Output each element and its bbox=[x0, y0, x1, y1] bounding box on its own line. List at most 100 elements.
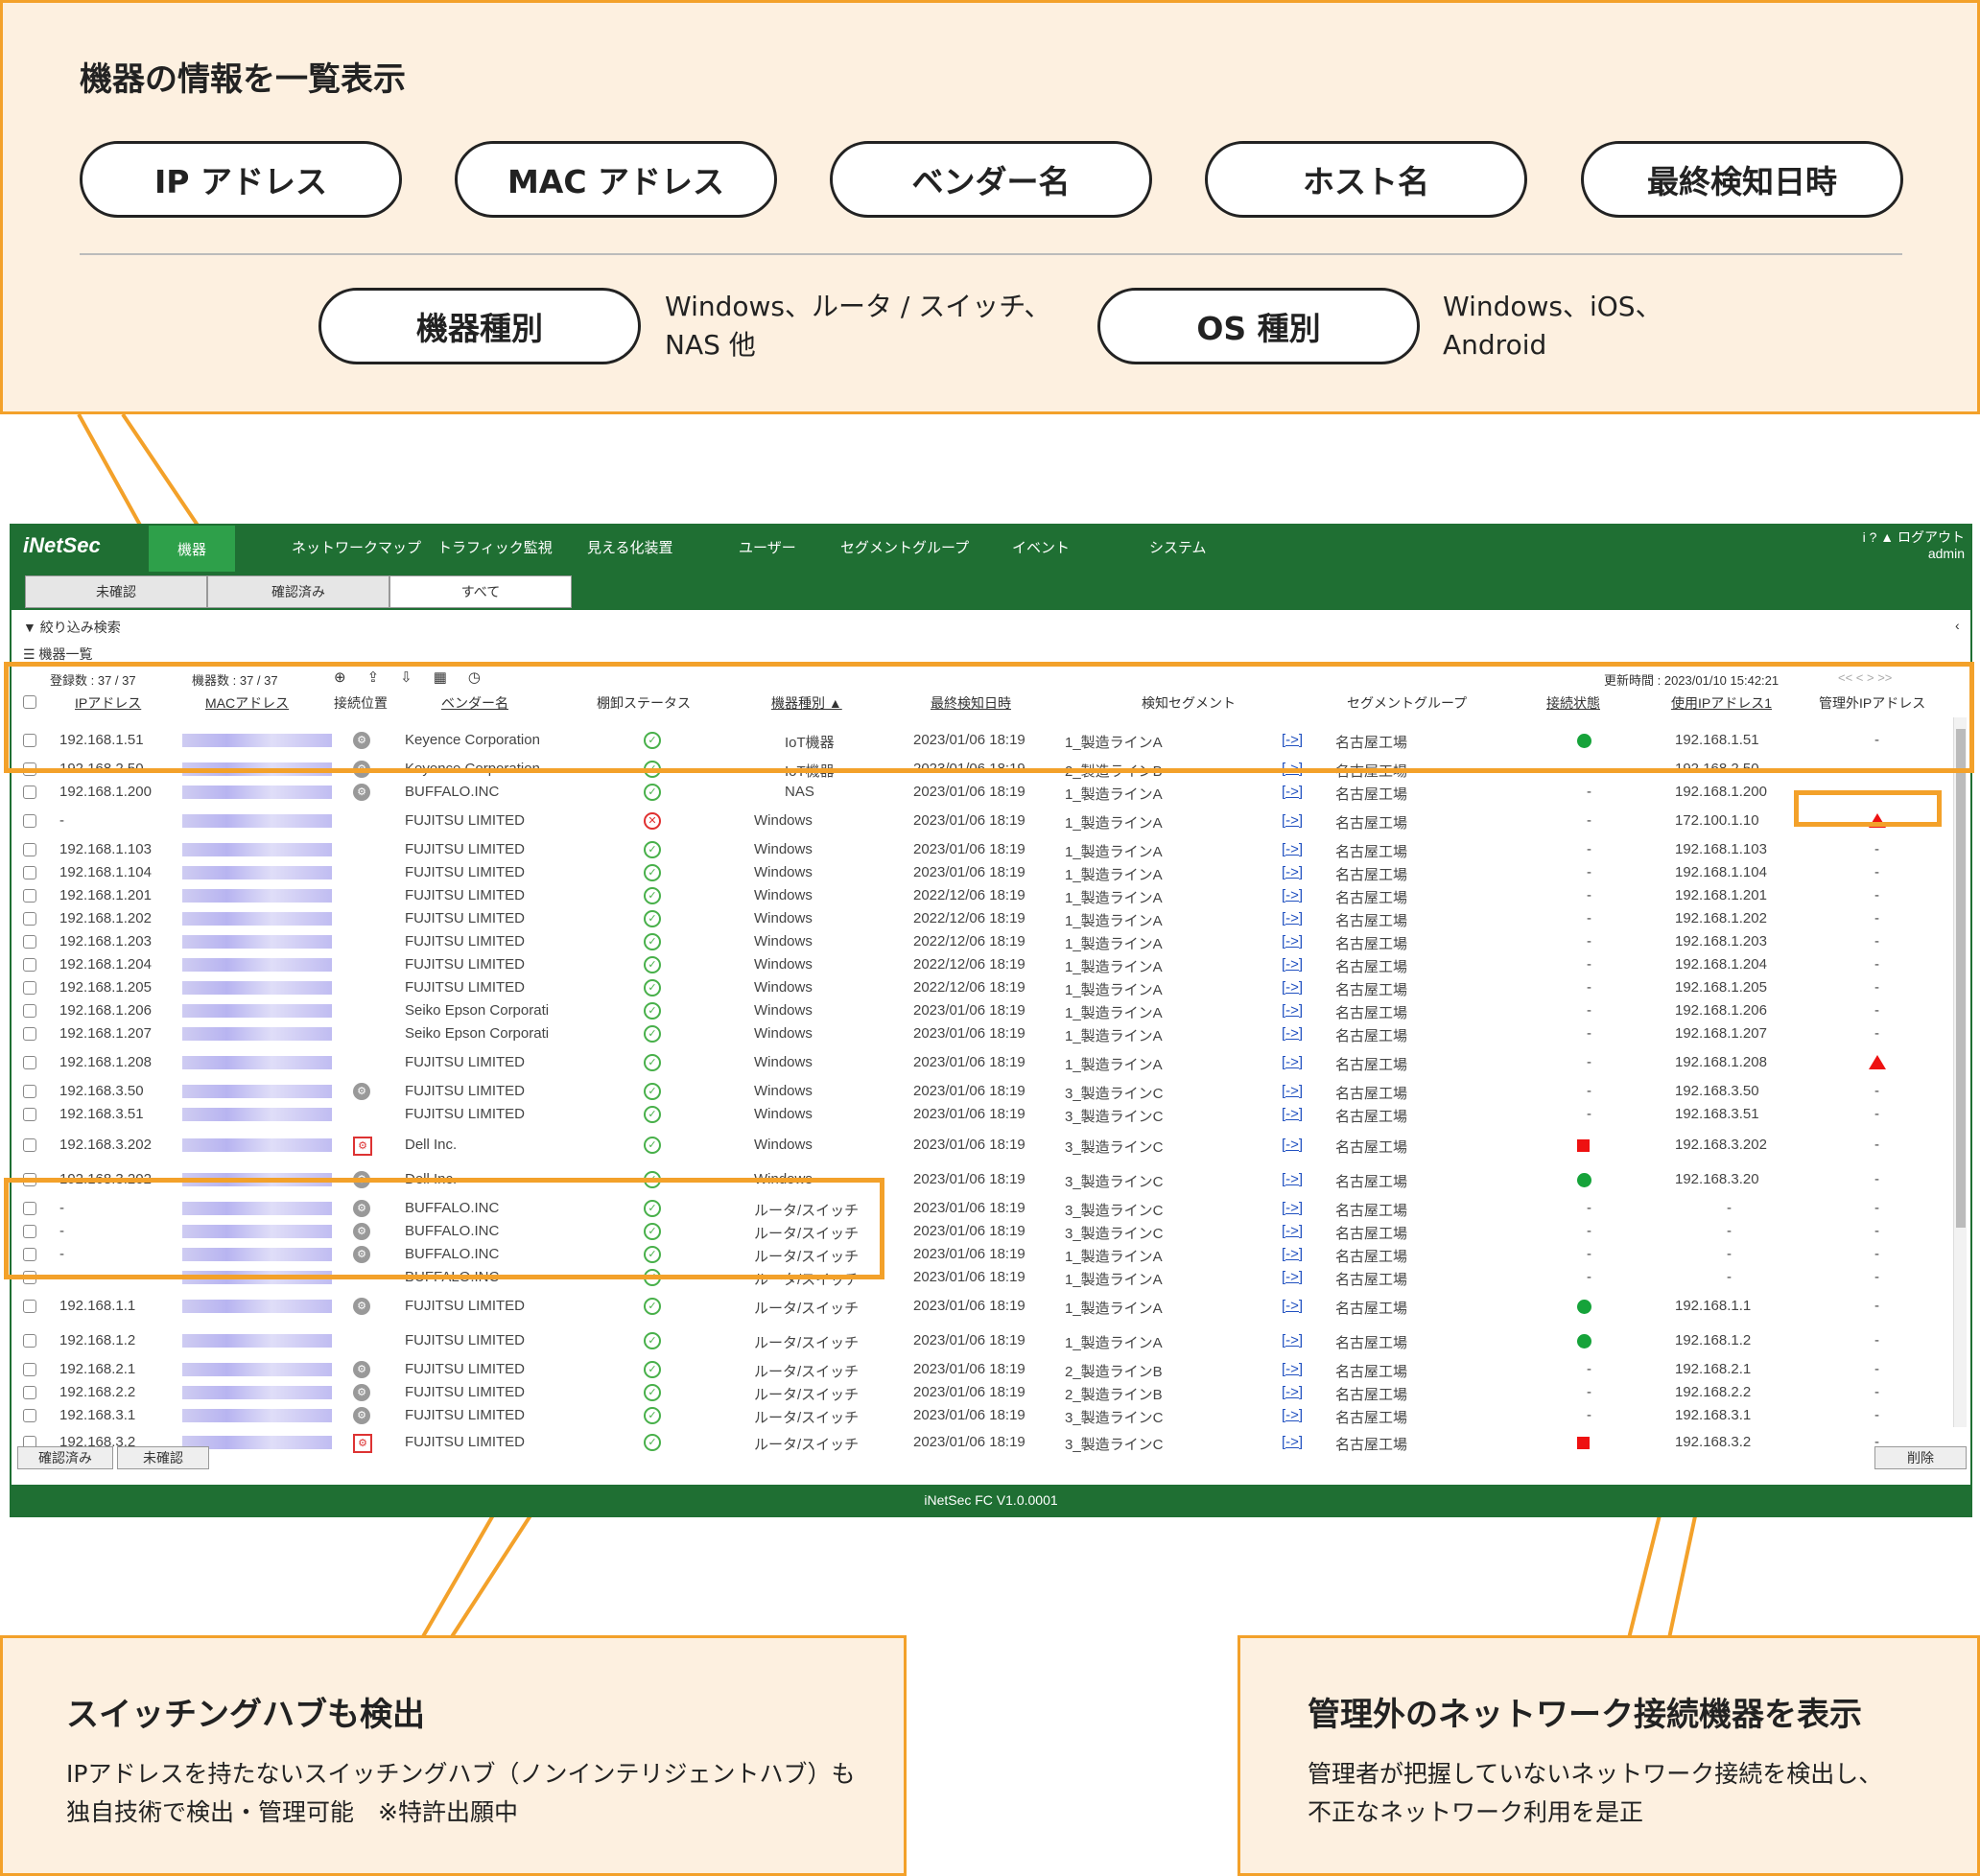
location-warning-icon[interactable]: ⚙ bbox=[353, 1137, 372, 1156]
nav-traffic[interactable]: トラフィック監視 bbox=[437, 537, 553, 557]
nav-system[interactable]: システム bbox=[1149, 537, 1207, 557]
segment-link[interactable]: [->] bbox=[1282, 841, 1303, 857]
last-detected: 2023/01/06 18:19 bbox=[913, 1223, 1025, 1239]
segment-link[interactable]: [->] bbox=[1282, 910, 1303, 926]
location-icon[interactable]: ⚙ bbox=[353, 1407, 370, 1424]
nav-visualizer[interactable]: 見える化装置 bbox=[587, 537, 673, 557]
row-checkbox[interactable] bbox=[23, 1108, 36, 1121]
segment-link[interactable]: [->] bbox=[1282, 1002, 1303, 1019]
segment-link[interactable]: [->] bbox=[1282, 1332, 1303, 1348]
row-checkbox[interactable] bbox=[23, 1056, 36, 1069]
segment-link[interactable]: [->] bbox=[1282, 784, 1303, 800]
row-checkbox[interactable] bbox=[23, 843, 36, 856]
row-checkbox[interactable] bbox=[23, 1027, 36, 1041]
table-row[interactable]: 192.168.2.1 ⚙ FUJITSU LIMITED ✓ ルータ/スイッチ 2023… bbox=[17, 1358, 1945, 1381]
table-row[interactable]: 192.168.3.51 FUJITSU LIMITED ✓ Windows 2023/… bbox=[17, 1103, 1945, 1126]
table-row[interactable]: 192.168.3.2 ⚙ FUJITSU LIMITED ✓ ルータ/スイッチ 2023… bbox=[17, 1431, 1945, 1454]
location-icon[interactable]: ⚙ bbox=[353, 1083, 370, 1100]
segment-link[interactable]: [->] bbox=[1282, 1171, 1303, 1187]
device-type-desc: Windows、ルータ / スイッチ、 NAS 他 bbox=[665, 291, 1051, 361]
user-menu[interactable]: i ? ▲ ログアウト admin bbox=[1863, 529, 1965, 562]
segment-link[interactable]: [->] bbox=[1282, 864, 1303, 880]
segment-link[interactable]: [->] bbox=[1282, 1106, 1303, 1122]
table-row[interactable]: 192.168.1.204 FUJITSU LIMITED ✓ Windows 2022… bbox=[17, 953, 1945, 976]
connection-state: - bbox=[1587, 1246, 1591, 1262]
last-detected: 2023/01/06 18:19 bbox=[913, 1054, 1025, 1070]
location-icon[interactable]: ⚙ bbox=[353, 1384, 370, 1401]
nav-devices[interactable]: 機器 bbox=[149, 526, 236, 572]
table-row[interactable]: - FUJITSU LIMITED ✕ Windows 2023/01/06 18:19… bbox=[17, 809, 1945, 832]
delete-button[interactable]: 削除 bbox=[1874, 1446, 1967, 1469]
row-checkbox[interactable] bbox=[23, 1300, 36, 1313]
location-warning-icon[interactable]: ⚙ bbox=[353, 1434, 372, 1453]
unconfirm-button[interactable]: 未確認 bbox=[117, 1446, 209, 1469]
segment-link[interactable]: [->] bbox=[1282, 1384, 1303, 1400]
row-checkbox[interactable] bbox=[23, 958, 36, 972]
row-checkbox[interactable] bbox=[23, 1386, 36, 1399]
segment-link[interactable]: [->] bbox=[1282, 887, 1303, 903]
row-checkbox[interactable] bbox=[23, 1004, 36, 1018]
table-row[interactable]: 192.168.3.202 ⚙ Dell Inc. ✓ Windows 2023/01/0… bbox=[17, 1134, 1945, 1157]
table-row[interactable]: 192.168.1.203 FUJITSU LIMITED ✓ Windows 2022… bbox=[17, 930, 1945, 953]
filter-search[interactable]: ▼ 絞り込み検索 bbox=[23, 618, 121, 637]
table-row[interactable]: 192.168.1.201 FUJITSU LIMITED ✓ Windows 2022… bbox=[17, 884, 1945, 907]
table-row[interactable]: 192.168.2.2 ⚙ FUJITSU LIMITED ✓ ルータ/スイッチ 2023… bbox=[17, 1381, 1945, 1404]
tab-unconfirmed[interactable]: 未確認 bbox=[25, 575, 207, 608]
nav-events[interactable]: イベント bbox=[1012, 537, 1070, 557]
segment-link[interactable]: [->] bbox=[1282, 1083, 1303, 1099]
table-row[interactable]: 192.168.1.206 Seiko Epson Corporati ✓ Windo… bbox=[17, 999, 1945, 1022]
location-icon[interactable]: ⚙ bbox=[353, 1298, 370, 1315]
table-row[interactable]: 192.168.3.1 ⚙ FUJITSU LIMITED ✓ ルータ/スイッチ 2023… bbox=[17, 1404, 1945, 1427]
table-row[interactable]: 192.168.1.2 FUJITSU LIMITED ✓ ルータ/スイッチ 2023/… bbox=[17, 1329, 1945, 1352]
scroll-thumb[interactable] bbox=[1956, 729, 1966, 1228]
tab-all[interactable]: すべて bbox=[389, 575, 572, 608]
connection-state: - bbox=[1587, 1054, 1591, 1070]
nav-users[interactable]: ユーザー bbox=[739, 537, 796, 557]
table-row[interactable]: 192.168.1.202 FUJITSU LIMITED ✓ Windows 2022… bbox=[17, 907, 1945, 930]
table-row[interactable]: 192.168.1.208 FUJITSU LIMITED ✓ Windows 2023… bbox=[17, 1051, 1945, 1074]
collapse-icon[interactable]: ‹ bbox=[1955, 618, 1960, 633]
row-checkbox[interactable] bbox=[23, 889, 36, 903]
used-ip: 192.168.1.201 bbox=[1675, 887, 1767, 903]
segment-link[interactable]: [->] bbox=[1282, 1137, 1303, 1153]
row-checkbox[interactable] bbox=[23, 1085, 36, 1098]
table-row[interactable]: 192.168.1.104 FUJITSU LIMITED ✓ Windows 2023… bbox=[17, 861, 1945, 884]
table-row[interactable]: 192.168.1.205 FUJITSU LIMITED ✓ Windows 2022… bbox=[17, 976, 1945, 999]
nav-network-map[interactable]: ネットワークマップ bbox=[292, 537, 421, 557]
table-row[interactable]: 192.168.1.207 Seiko Epson Corporati ✓ Windo… bbox=[17, 1022, 1945, 1045]
row-checkbox[interactable] bbox=[23, 912, 36, 926]
segment-link[interactable]: [->] bbox=[1282, 1246, 1303, 1262]
tab-confirmed[interactable]: 確認済み bbox=[207, 575, 389, 608]
segment-link[interactable]: [->] bbox=[1282, 1054, 1303, 1070]
row-checkbox[interactable] bbox=[23, 786, 36, 799]
segment-link[interactable]: [->] bbox=[1282, 979, 1303, 996]
table-row[interactable]: 192.168.1.200 ⚙ BUFFALO.INC ✓ NAS 2023/01/06 … bbox=[17, 781, 1945, 804]
scrollbar[interactable] bbox=[1953, 717, 1967, 1427]
segment-link[interactable]: [->] bbox=[1282, 1361, 1303, 1377]
segment-link[interactable]: [->] bbox=[1282, 1407, 1303, 1423]
nav-segment-group[interactable]: セグメントグループ bbox=[840, 537, 969, 557]
location-icon[interactable]: ⚙ bbox=[353, 1361, 370, 1378]
confirm-button[interactable]: 確認済み bbox=[17, 1446, 113, 1469]
row-checkbox[interactable] bbox=[23, 935, 36, 949]
segment-link[interactable]: [->] bbox=[1282, 1434, 1303, 1450]
table-row[interactable]: 192.168.1.103 FUJITSU LIMITED ✓ Windows 2023… bbox=[17, 838, 1945, 861]
table-row[interactable]: 192.168.1.1 ⚙ FUJITSU LIMITED ✓ ルータ/スイッチ 2023… bbox=[17, 1295, 1945, 1318]
segment-link[interactable]: [->] bbox=[1282, 1269, 1303, 1285]
segment-link[interactable]: [->] bbox=[1282, 1200, 1303, 1216]
segment-link[interactable]: [->] bbox=[1282, 812, 1303, 829]
segment-link[interactable]: [->] bbox=[1282, 933, 1303, 950]
row-checkbox[interactable] bbox=[23, 1138, 36, 1152]
table-row[interactable]: 192.168.3.50 ⚙ FUJITSU LIMITED ✓ Windows 2023… bbox=[17, 1080, 1945, 1103]
row-checkbox[interactable] bbox=[23, 1334, 36, 1348]
segment-link[interactable]: [->] bbox=[1282, 1223, 1303, 1239]
location-icon[interactable]: ⚙ bbox=[353, 784, 370, 801]
row-checkbox[interactable] bbox=[23, 1363, 36, 1376]
row-checkbox[interactable] bbox=[23, 814, 36, 828]
row-checkbox[interactable] bbox=[23, 1409, 36, 1422]
segment-link[interactable]: [->] bbox=[1282, 1025, 1303, 1042]
segment-link[interactable]: [->] bbox=[1282, 1298, 1303, 1314]
row-checkbox[interactable] bbox=[23, 866, 36, 879]
row-checkbox[interactable] bbox=[23, 981, 36, 995]
segment-link[interactable]: [->] bbox=[1282, 956, 1303, 973]
